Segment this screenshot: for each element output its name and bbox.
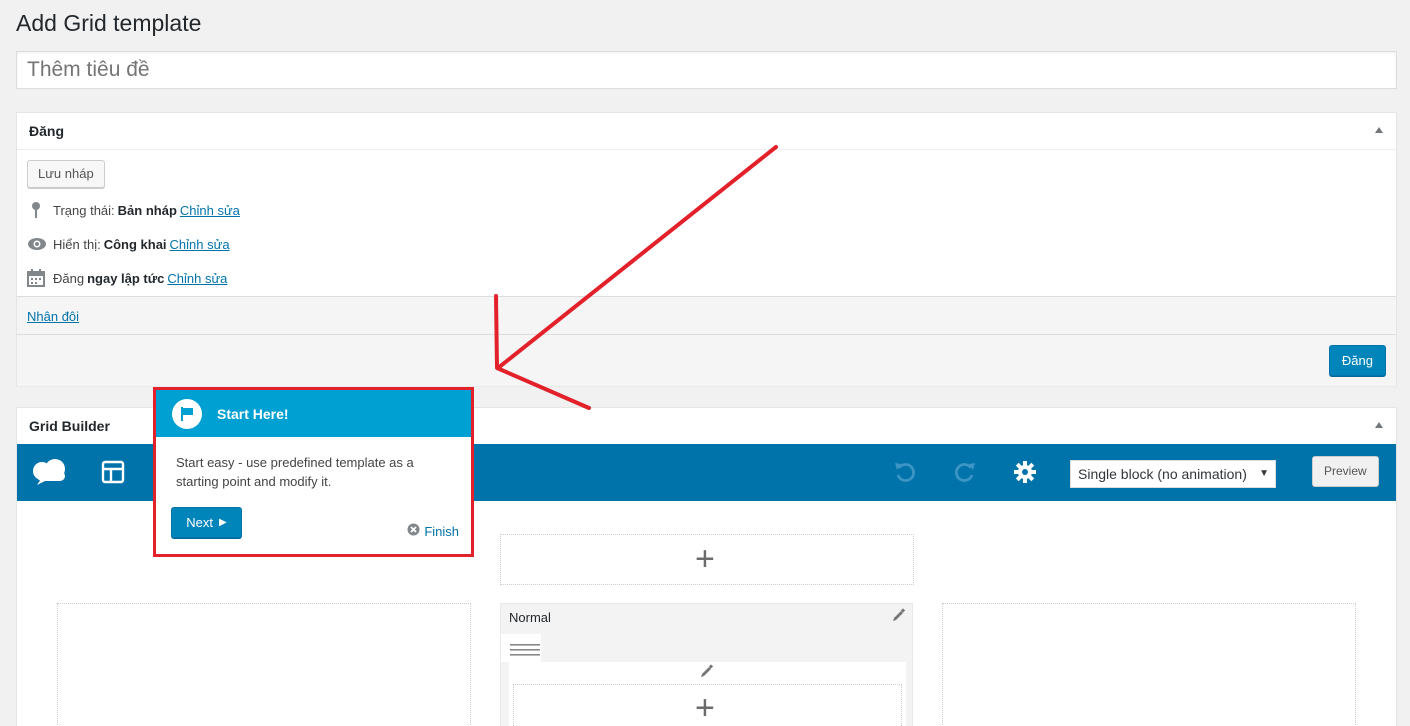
chevron-down-icon: ▼ [1259, 468, 1269, 479]
preview-button[interactable]: Preview [1312, 456, 1379, 487]
duplicate-area: Nhân đôi [17, 296, 1396, 334]
flag-icon [172, 398, 202, 429]
publish-time-row: Đăng ngay lập tức Chỉnh sửa [27, 269, 227, 287]
page-title: Add Grid template [16, 10, 202, 36]
add-row-area[interactable]: + [500, 534, 914, 585]
cloud-logo-icon[interactable] [31, 457, 69, 490]
grid-column-right[interactable] [942, 603, 1356, 726]
publish-box-title: Đăng [29, 123, 64, 139]
tour-popup: Start Here! Start easy - use predefined … [153, 387, 474, 557]
pencil-icon[interactable] [700, 664, 714, 683]
finish-label: Finish [424, 523, 459, 539]
major-publishing-actions: Đăng [17, 334, 1396, 386]
next-button-label: Next [186, 515, 214, 530]
status-row: Trạng thái: Bản nháp Chỉnh sửa [27, 201, 240, 219]
tour-header: Start Here! [156, 390, 471, 437]
grid-builder-title: Grid Builder [29, 418, 110, 434]
edit-visibility-link[interactable]: Chỉnh sửa [170, 237, 230, 252]
save-draft-button[interactable]: Lưu nháp [27, 160, 105, 188]
block-label: Normal [509, 610, 551, 625]
animation-select[interactable]: Single block (no animation) ▼ [1070, 460, 1276, 488]
animation-select-value: Single block (no animation) [1078, 466, 1247, 482]
edit-status-link[interactable]: Chỉnh sửa [180, 203, 240, 218]
finish-link[interactable]: Finish [407, 523, 459, 539]
publish-box-header[interactable]: Đăng [17, 113, 1396, 150]
title-input[interactable] [16, 51, 1397, 89]
tour-body: Start easy - use predefined template as … [176, 455, 414, 489]
visibility-value: Công khai [103, 236, 167, 252]
publish-box: Đăng Lưu nháp Trạng thái: Bản nháp Chỉnh… [16, 112, 1397, 386]
publish-time-label: Đăng [53, 270, 85, 286]
drag-handle-icon[interactable] [510, 643, 540, 661]
redo-icon[interactable] [953, 460, 977, 489]
layout-icon[interactable] [101, 460, 125, 489]
add-module-area[interactable]: + [513, 684, 902, 726]
collapse-toggle-icon[interactable] [1375, 422, 1383, 428]
plus-icon[interactable]: + [695, 691, 715, 725]
grid-block-normal[interactable]: Normal + [500, 603, 913, 726]
calendar-icon [27, 269, 45, 287]
visibility-label: Hiển thị: [53, 236, 101, 252]
pin-icon [27, 201, 45, 219]
collapse-toggle-icon[interactable] [1375, 127, 1383, 133]
play-icon: ▶ [219, 517, 227, 528]
status-label: Trạng thái: [53, 202, 115, 218]
pencil-icon[interactable] [892, 608, 906, 627]
block-inner: + [509, 662, 906, 726]
publish-button[interactable]: Đăng [1328, 345, 1386, 376]
eye-icon [27, 235, 46, 253]
undo-icon[interactable] [893, 460, 917, 489]
status-value: Bản nháp [117, 202, 177, 218]
plus-icon[interactable]: + [695, 542, 715, 576]
edit-publish-time-link[interactable]: Chỉnh sửa [167, 271, 227, 286]
block-tab[interactable] [501, 634, 541, 662]
visibility-row: Hiển thị: Công khai Chỉnh sửa [27, 235, 230, 253]
grid-column-left[interactable] [57, 603, 471, 726]
close-circle-icon [407, 523, 420, 539]
gear-icon[interactable] [1013, 460, 1037, 489]
duplicate-link[interactable]: Nhân đôi [27, 309, 79, 324]
tour-title: Start Here! [217, 405, 289, 422]
publish-time-value: ngay lập tức [87, 270, 165, 286]
next-button[interactable]: Next ▶ [171, 507, 242, 538]
